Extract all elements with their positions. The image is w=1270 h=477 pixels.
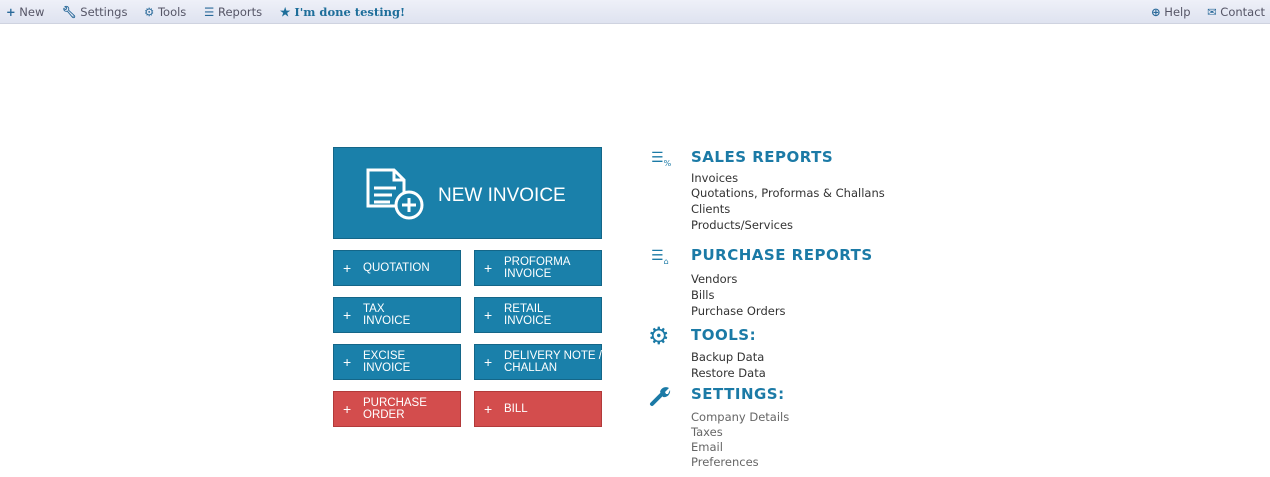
proforma-invoice-button[interactable]: + PROFORMA INVOICE bbox=[474, 250, 602, 286]
link-clients[interactable]: Clients bbox=[691, 202, 730, 216]
star-icon: ★ bbox=[280, 5, 291, 19]
retail-invoice-button[interactable]: + RETAIL INVOICE bbox=[474, 297, 602, 333]
delivery-note-button[interactable]: + DELIVERY NOTE / CHALLAN bbox=[474, 344, 602, 380]
link-company-details[interactable]: Company Details bbox=[691, 410, 789, 424]
link-restore-data[interactable]: Restore Data bbox=[691, 366, 766, 380]
link-bills[interactable]: Bills bbox=[691, 288, 714, 302]
menu-tools[interactable]: ⚙ Tools bbox=[144, 5, 186, 19]
purchase-reports-heading: PURCHASE REPORTS bbox=[691, 246, 873, 264]
settings-heading: SETTINGS: bbox=[691, 385, 785, 403]
list-icon: ☰ bbox=[204, 5, 215, 19]
wrench-icon: 🔧︎ bbox=[62, 5, 77, 19]
menu-new[interactable]: + New bbox=[6, 5, 44, 19]
link-backup-data[interactable]: Backup Data bbox=[691, 350, 764, 364]
sales-report-icon: ☰% bbox=[651, 150, 672, 168]
menu-contact[interactable]: ✉ Contact bbox=[1207, 5, 1265, 19]
menu-settings[interactable]: 🔧︎ Settings bbox=[62, 5, 127, 19]
link-quotations[interactable]: Quotations, Proformas & Challans bbox=[691, 186, 885, 200]
excise-invoice-button[interactable]: + EXCISE INVOICE bbox=[333, 344, 461, 380]
help-icon: ⊕ bbox=[1151, 5, 1161, 19]
wrench-icon bbox=[650, 387, 671, 406]
link-taxes[interactable]: Taxes bbox=[691, 425, 723, 439]
purchase-report-icon: ☰⌂ bbox=[651, 248, 669, 266]
menu-reports[interactable]: ☰ Reports bbox=[204, 5, 262, 19]
top-menu-bar: + New 🔧︎ Settings ⚙ Tools ☰ Reports ★ I'… bbox=[0, 0, 1270, 24]
new-document-icon bbox=[366, 168, 424, 220]
link-vendors[interactable]: Vendors bbox=[691, 272, 737, 286]
tax-invoice-button[interactable]: + TAX INVOICE bbox=[333, 297, 461, 333]
gear-icon: ⚙ bbox=[648, 322, 670, 350]
link-products[interactable]: Products/Services bbox=[691, 218, 793, 232]
link-invoices[interactable]: Invoices bbox=[691, 171, 738, 185]
menu-help[interactable]: ⊕ Help bbox=[1151, 5, 1191, 19]
plus-icon: + bbox=[6, 5, 16, 19]
link-purchase-orders[interactable]: Purchase Orders bbox=[691, 304, 786, 318]
bill-button[interactable]: + BILL bbox=[474, 391, 602, 427]
link-email[interactable]: Email bbox=[691, 440, 723, 454]
quotation-button[interactable]: + QUOTATION bbox=[333, 250, 461, 286]
envelope-icon: ✉ bbox=[1207, 5, 1217, 19]
new-invoice-button[interactable]: NEW INVOICE bbox=[333, 147, 602, 239]
done-testing-link[interactable]: ★ I'm done testing! bbox=[280, 5, 405, 19]
link-preferences[interactable]: Preferences bbox=[691, 455, 759, 469]
sales-reports-heading: SALES REPORTS bbox=[691, 148, 834, 166]
gear-icon: ⚙ bbox=[144, 5, 155, 19]
tools-heading: TOOLS: bbox=[691, 326, 757, 344]
purchase-order-button[interactable]: + PURCHASE ORDER bbox=[333, 391, 461, 427]
